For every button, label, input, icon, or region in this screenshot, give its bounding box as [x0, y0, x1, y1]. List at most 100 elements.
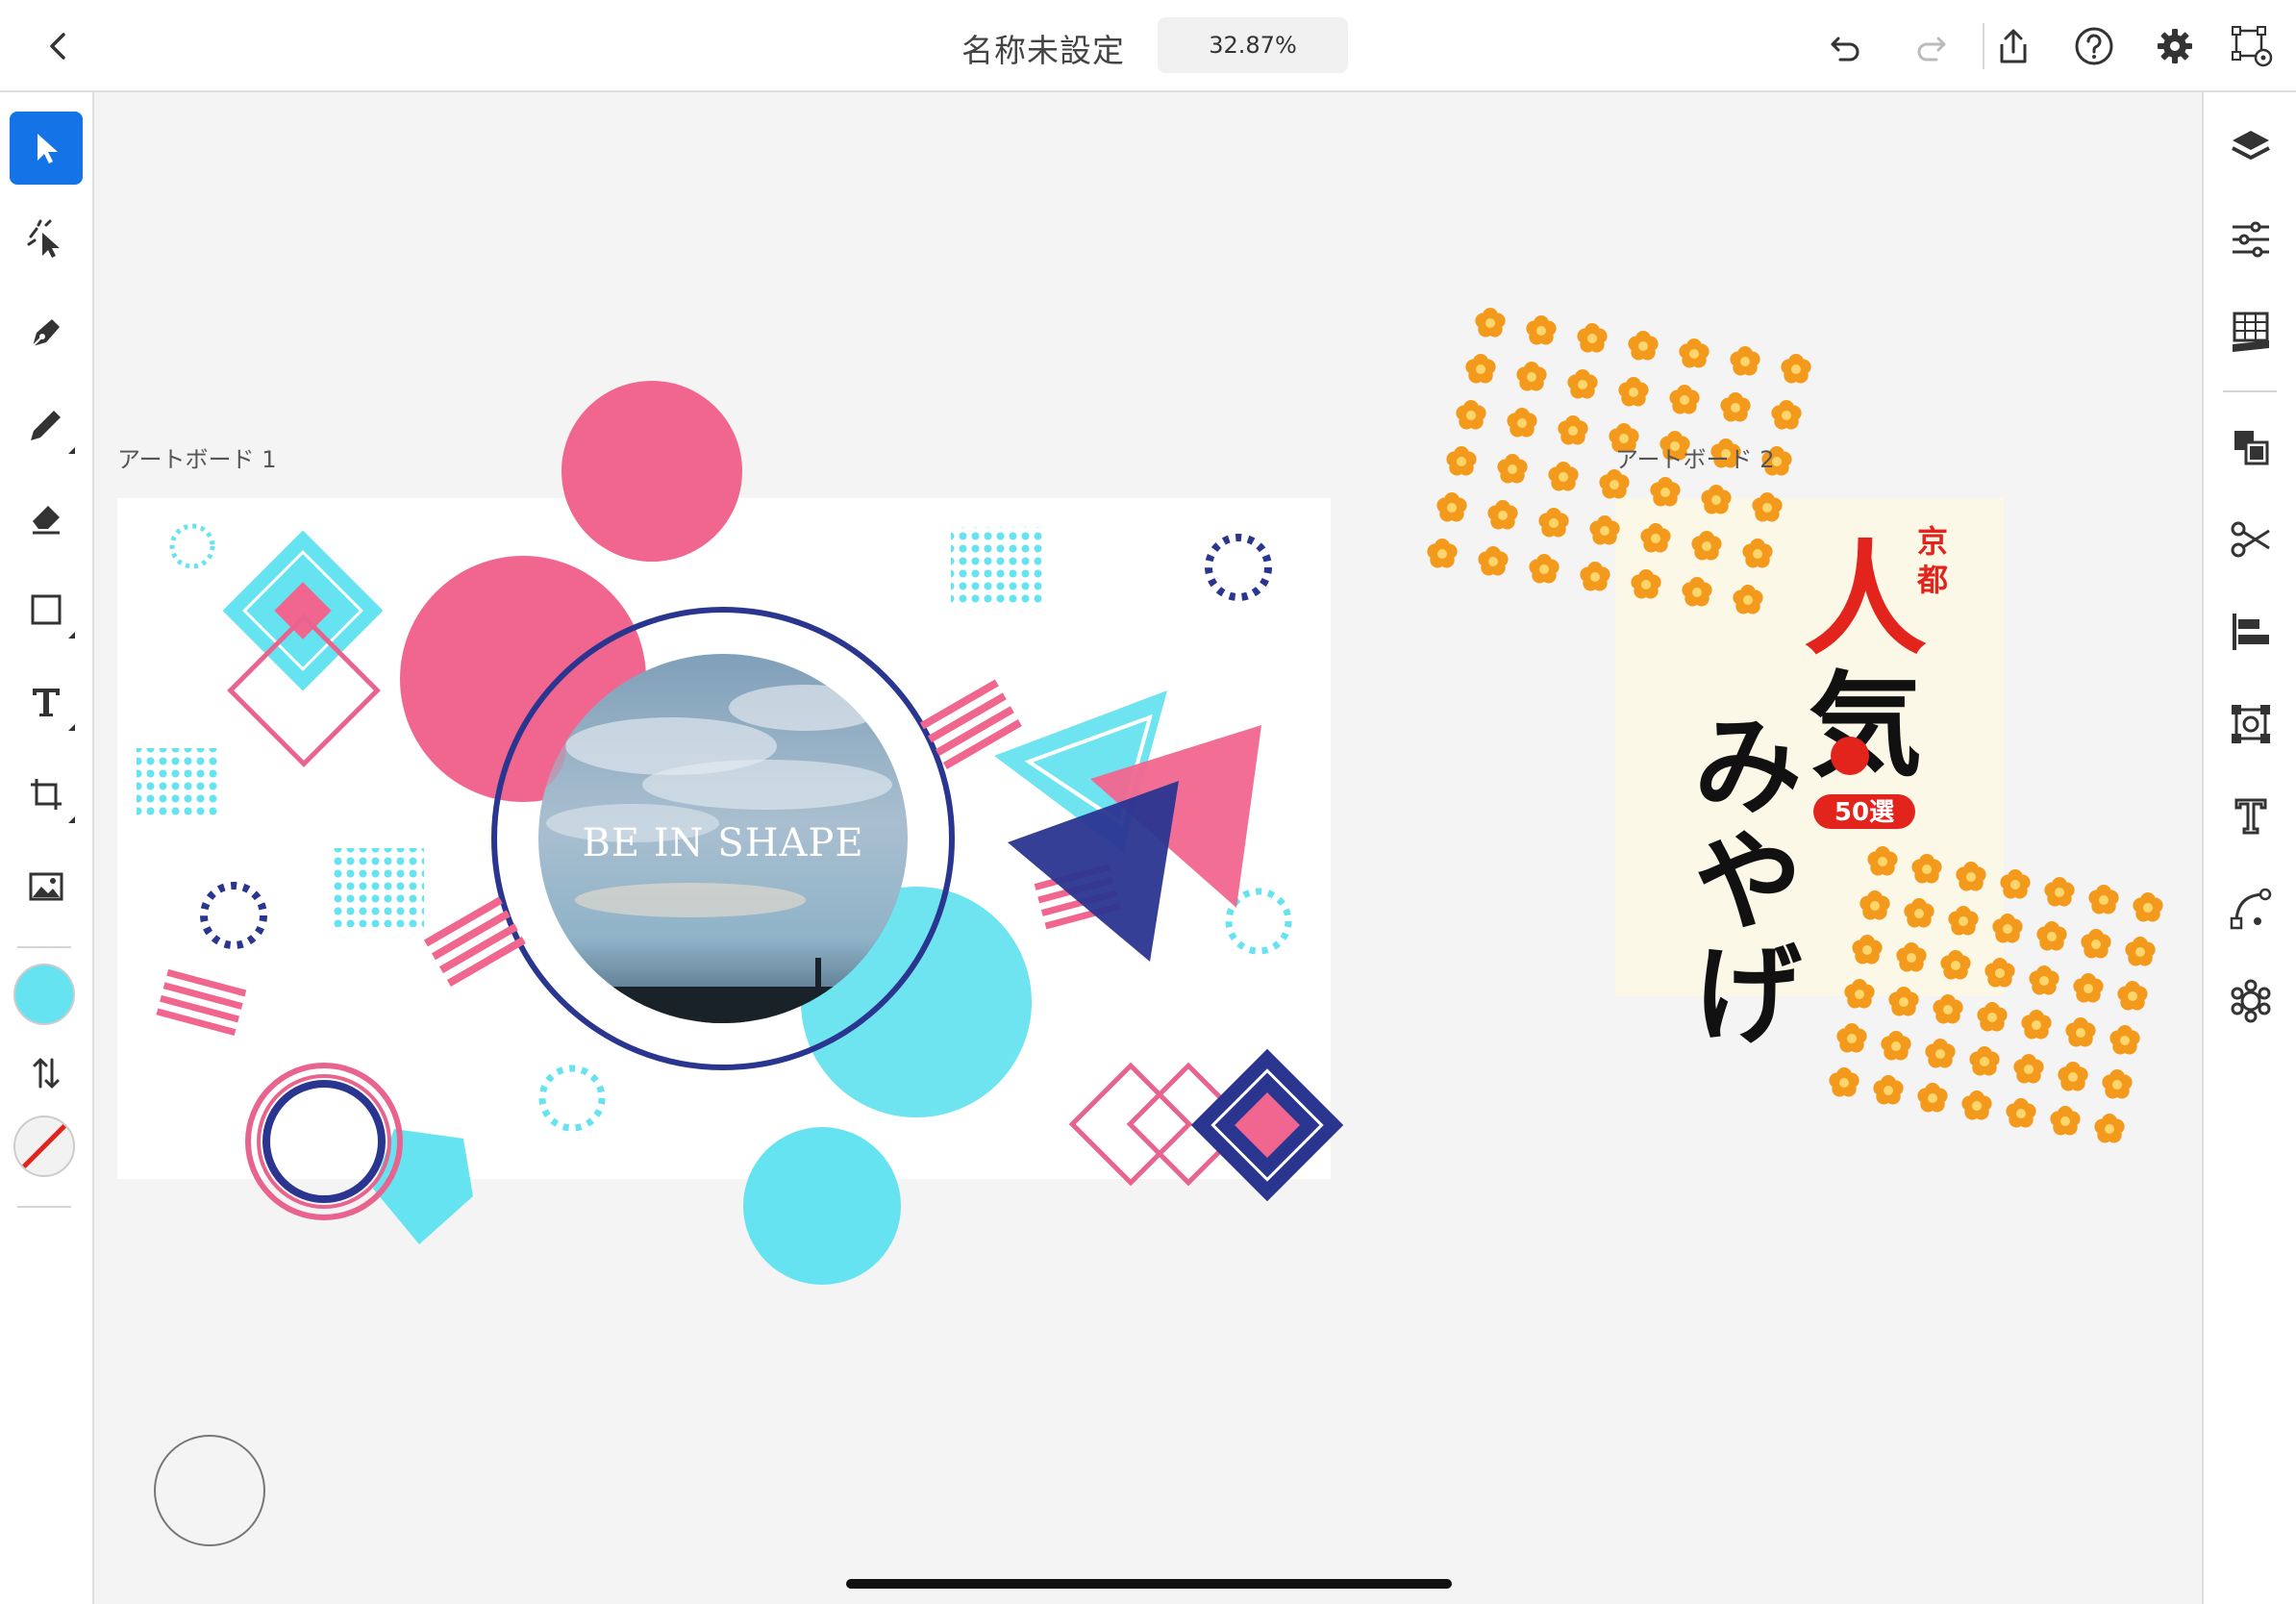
- align-left-icon[interactable]: [2229, 610, 2273, 654]
- arrange-icon[interactable]: [2229, 425, 2273, 469]
- plum-flower: [2058, 1062, 2088, 1091]
- pen-tool[interactable]: [10, 296, 83, 369]
- plum-flower: [1487, 500, 1518, 530]
- artboard-tool[interactable]: [10, 758, 83, 831]
- image-tool[interactable]: [10, 850, 83, 923]
- pink-stripes[interactable]: [156, 968, 247, 1036]
- plum-flower: [1427, 539, 1458, 568]
- transform-icon[interactable]: [2229, 702, 2273, 746]
- plum-flower: [1917, 1083, 1948, 1113]
- eraser-tool[interactable]: [10, 481, 83, 554]
- help-icon[interactable]: [2073, 25, 2115, 67]
- effects-icon[interactable]: [2229, 979, 2273, 1023]
- left-toolbar: [0, 92, 94, 1604]
- chevron-left-icon[interactable]: [40, 27, 79, 65]
- artboard-icon[interactable]: [2231, 25, 2273, 67]
- popular-text-hito[interactable]: 人: [1804, 529, 1927, 672]
- dotted-circle[interactable]: [169, 523, 215, 569]
- swap-colors-icon[interactable]: [29, 1054, 63, 1092]
- toolbar-divider: [17, 946, 71, 948]
- pink-ring-inner: [257, 1074, 391, 1209]
- plum-flower: [1589, 515, 1620, 545]
- dotted-circle[interactable]: [1205, 534, 1272, 601]
- plum-flower: [1961, 1090, 1992, 1120]
- pink-ring[interactable]: [245, 1063, 403, 1220]
- pink-stripes[interactable]: [423, 896, 526, 987]
- miyage-text-mi[interactable]: み: [1694, 705, 1802, 830]
- dot-grid[interactable]: [334, 848, 424, 927]
- plum-flower: [2021, 1010, 2052, 1040]
- flower-pattern-bottom[interactable]: [1829, 846, 2163, 1143]
- cyan-circle[interactable]: [743, 1127, 901, 1285]
- miyage-text-ge[interactable]: げ: [1694, 934, 1802, 1059]
- dot-grid[interactable]: [137, 748, 217, 819]
- plum-flower: [2073, 973, 2104, 1003]
- submenu-indicator: [68, 632, 75, 639]
- type-tool[interactable]: [10, 665, 83, 739]
- layers-icon[interactable]: [2229, 125, 2273, 169]
- plum-flower: [1526, 315, 1557, 345]
- stroke-color-swatch[interactable]: [13, 1115, 75, 1177]
- plum-flower: [1475, 308, 1506, 338]
- plum-flower: [1436, 492, 1467, 522]
- canvas-area[interactable]: アートボード 1 BE IN SHAPE 京 都 人 気 み や げ 50選 ア…: [94, 92, 2202, 1604]
- pencil-tool[interactable]: [10, 388, 83, 462]
- plum-flower: [1940, 950, 1971, 980]
- libraries-icon[interactable]: [2229, 310, 2273, 354]
- plum-flower: [1691, 531, 1722, 561]
- touch-shortcut-button[interactable]: [154, 1435, 265, 1546]
- plum-flower: [1904, 898, 1934, 928]
- plum-flower: [1730, 346, 1760, 376]
- plum-flower: [1896, 942, 1927, 972]
- plum-flower: [2044, 877, 2075, 907]
- badge-50-text: 50選: [1834, 798, 1894, 827]
- plum-flower: [1867, 846, 1898, 876]
- plum-flower: [1538, 508, 1569, 538]
- scissors-icon[interactable]: [2229, 517, 2273, 562]
- fill-color-swatch[interactable]: [13, 964, 75, 1025]
- plum-flower: [1682, 577, 1712, 607]
- selection-tool[interactable]: [10, 112, 83, 185]
- plum-flower: [1933, 994, 1963, 1024]
- pink-circle[interactable]: [562, 381, 742, 562]
- plum-flower: [2036, 921, 2067, 951]
- plum-flower: [1507, 408, 1537, 438]
- artboard-2-label[interactable]: アートボード 2: [1615, 440, 1774, 474]
- popular-text-ki[interactable]: 気: [1809, 660, 1922, 792]
- plum-flower: [2050, 1106, 2081, 1136]
- shape-tool[interactable]: [10, 573, 83, 646]
- plum-flower: [1446, 446, 1477, 476]
- plum-flower: [1925, 1039, 1956, 1068]
- dot-grid[interactable]: [951, 527, 1041, 606]
- plum-flower: [2102, 1069, 2133, 1099]
- text-properties-icon[interactable]: [2229, 794, 2273, 839]
- plum-flower: [1881, 1031, 1911, 1061]
- miyage-text-ya[interactable]: や: [1694, 820, 1802, 945]
- properties-icon[interactable]: [2229, 217, 2273, 262]
- plum-flower: [2081, 929, 2111, 959]
- gear-icon[interactable]: [2154, 25, 2196, 67]
- plum-flower: [1456, 400, 1486, 430]
- dotted-circle[interactable]: [538, 1065, 606, 1132]
- zoom-level-field[interactable]: 32.87%: [1158, 17, 1348, 73]
- path-icon[interactable]: [2229, 887, 2273, 931]
- be-in-shape-text[interactable]: BE IN SHAPE: [582, 821, 863, 865]
- plum-flower: [1720, 392, 1751, 422]
- plum-flower: [2133, 892, 2163, 922]
- crop-icon: [31, 779, 62, 810]
- plum-flower: [1679, 338, 1710, 368]
- document-title[interactable]: 名称未設定: [961, 25, 1125, 71]
- type-icon: [33, 689, 60, 716]
- navy-ring[interactable]: [262, 1080, 386, 1203]
- plum-flower: [1497, 454, 1528, 484]
- share-icon[interactable]: [1992, 25, 2034, 67]
- undo-icon[interactable]: [1825, 25, 1867, 67]
- direct-selection-tool[interactable]: [10, 204, 83, 277]
- dotted-circle[interactable]: [200, 882, 267, 949]
- redo-icon[interactable]: [1909, 25, 1952, 67]
- plum-flower: [1852, 935, 1883, 965]
- dotted-circle[interactable]: [1225, 888, 1292, 955]
- plum-flower: [2117, 981, 2148, 1011]
- plum-flower: [1650, 477, 1681, 507]
- plum-flower: [1742, 539, 1773, 568]
